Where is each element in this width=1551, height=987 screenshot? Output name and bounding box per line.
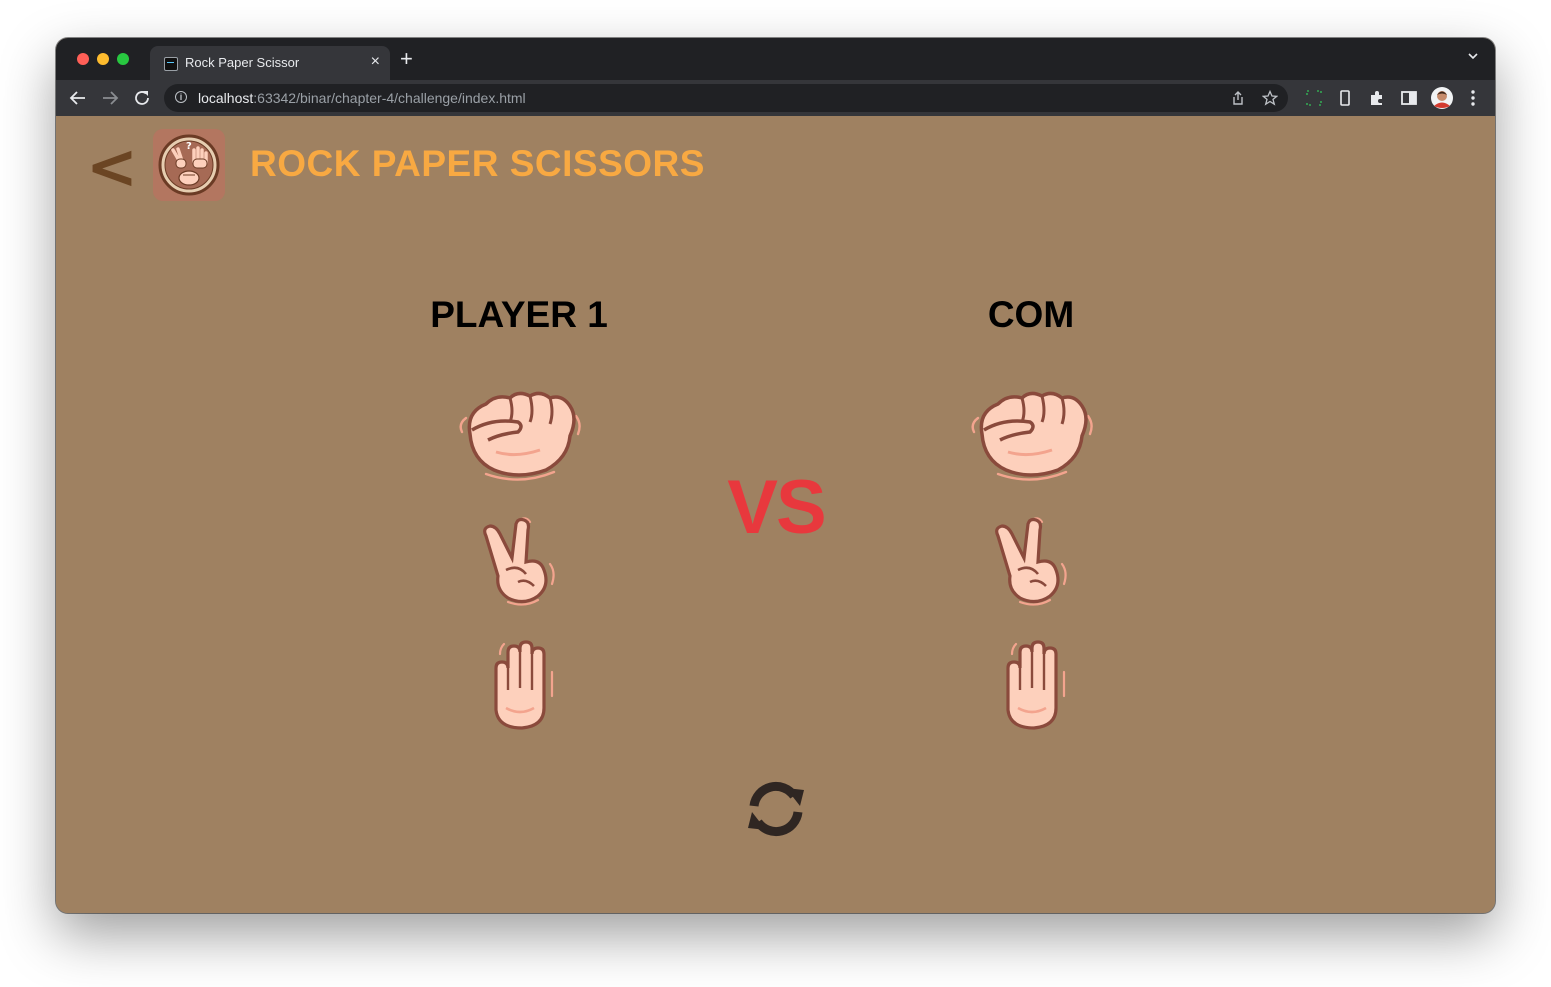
address-bar[interactable]: i localhost:63342/binar/chapter-4/challe… [164,84,1288,112]
new-tab-button[interactable]: + [400,48,413,70]
maximize-window-button[interactable] [117,53,129,65]
minimize-window-button[interactable] [97,53,109,65]
tab-title: Rock Paper Scissor [185,55,300,70]
player-scissors-icon[interactable] [478,514,562,615]
screenshot-extension-icon[interactable] [1304,88,1324,108]
url-path: :63342/binar/chapter-4/challenge/index.h… [253,90,526,106]
device-toolbar-icon[interactable] [1335,88,1355,108]
player-rock-icon[interactable] [456,388,584,489]
tab-close-icon[interactable]: × [371,52,380,72]
url-host: localhost [198,90,254,106]
player-label: PLAYER 1 [430,294,608,335]
refresh-icon[interactable] [742,776,810,842]
vs-label: VS [727,465,826,550]
browser-menu-icon[interactable] [1463,88,1483,108]
tab-search-icon[interactable] [1467,50,1479,62]
reload-icon[interactable] [130,86,154,110]
com-rock-icon[interactable] [968,388,1096,489]
page-title: ROCK PAPER SCISSORS [250,143,705,184]
profile-avatar[interactable] [1430,86,1454,110]
favicon-icon [164,57,178,71]
forward-arrow-icon[interactable] [98,86,122,110]
com-paper-icon[interactable] [998,638,1070,739]
browser-window: Rock Paper Scissor × + i localhost:63342… [56,38,1495,913]
share-icon[interactable] [1230,90,1246,106]
back-button[interactable]: < [86,134,138,200]
tab-bar: Rock Paper Scissor × + [56,38,1495,80]
game-page: < ? ROCK PAPER SCISSORS PLAYER 1 COM VS [56,116,1495,913]
com-scissors-icon[interactable] [990,514,1074,615]
bookmark-star-icon[interactable] [1262,90,1278,106]
player-paper-icon[interactable] [486,638,558,739]
side-panel-icon[interactable] [1399,88,1419,108]
extensions-puzzle-icon[interactable] [1367,88,1387,108]
browser-tab[interactable]: Rock Paper Scissor × [150,46,390,80]
game-logo-icon: ? [153,129,225,201]
svg-text:?: ? [186,141,192,152]
com-label: COM [987,294,1075,335]
back-arrow-icon[interactable] [66,86,90,110]
site-info-icon[interactable]: i [175,91,187,103]
close-window-button[interactable] [77,53,89,65]
browser-toolbar: i localhost:63342/binar/chapter-4/challe… [56,80,1495,117]
url-text: localhost:63342/binar/chapter-4/challeng… [198,90,526,106]
